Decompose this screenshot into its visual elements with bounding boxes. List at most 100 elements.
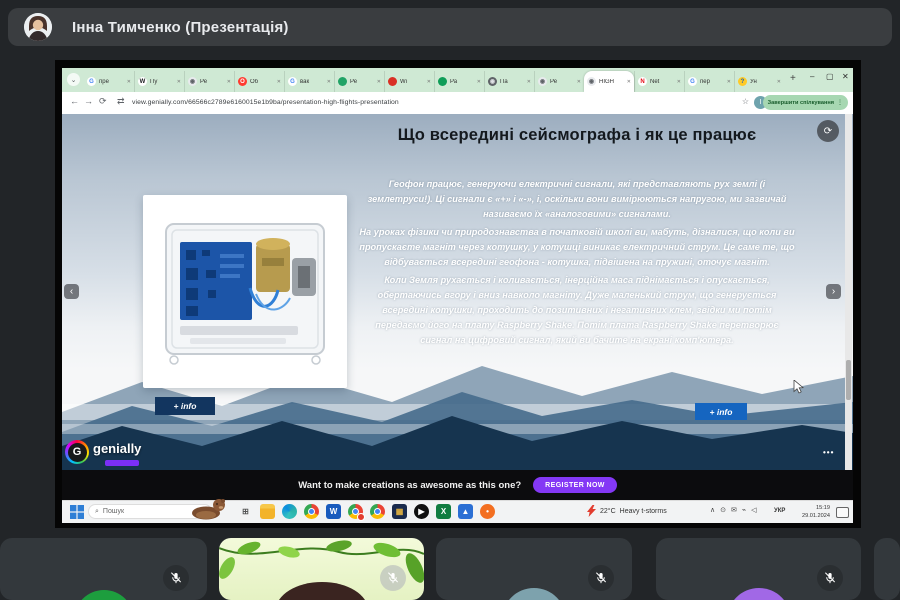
slide-more-menu[interactable]: •••	[823, 448, 834, 457]
chrome-badge-icon[interactable]	[348, 504, 365, 521]
browser-tab[interactable]: ◉ Па ✕	[484, 71, 534, 92]
tab-favicon-glyph: O	[240, 78, 245, 85]
tv-box-app-icon[interactable]: ▦	[392, 504, 407, 519]
new-tab-button[interactable]: +	[790, 73, 796, 84]
participant-tile[interactable]	[436, 538, 632, 600]
genially-register-bar: Want to make creations as awesome as thi…	[62, 470, 853, 500]
slide-body-text: Геофон працює, генеруючи електричні сигн…	[358, 177, 796, 351]
tab-title: Об	[250, 78, 259, 85]
genially-wordmark: genially	[93, 441, 142, 456]
tab-close-icon[interactable]: ✕	[277, 79, 281, 85]
tray-volume-icon[interactable]: ◁	[751, 506, 756, 514]
browser-tab[interactable]: Gпер ✕	[684, 71, 734, 92]
browser-tab[interactable]: Ра ✕	[434, 71, 484, 92]
weather-widget[interactable]: 22°C Heavy t-storms	[587, 505, 667, 517]
chrome-icon[interactable]	[304, 504, 319, 519]
presenter-avatar	[24, 13, 52, 41]
orange-app-icon[interactable]: •	[480, 504, 495, 519]
taskbar-clock[interactable]: 15:19 29.01.2024	[794, 504, 830, 520]
browser-tab[interactable]: Ре ✕	[334, 71, 384, 92]
tray-expand-icon[interactable]: ∧	[710, 506, 715, 514]
slide-prev-arrow[interactable]: ‹	[64, 284, 79, 299]
page-flip-button[interactable]: ⟳	[817, 120, 839, 142]
participant-tile-partial[interactable]	[874, 538, 900, 600]
tab-close-icon[interactable]: ✕	[427, 79, 431, 85]
browser-tab[interactable]: W Пу ✕	[134, 71, 184, 92]
notification-center-icon[interactable]	[836, 507, 849, 518]
window-close-button[interactable]: ✕	[842, 72, 849, 81]
tab-close-icon[interactable]: ✕	[127, 79, 131, 85]
tab-title: Ра	[450, 78, 458, 85]
participant-tile[interactable]	[656, 538, 861, 600]
excel-icon[interactable]: X	[436, 504, 451, 519]
tray-network-icon[interactable]: ⌁	[742, 506, 746, 514]
tab-close-icon[interactable]: ✕	[727, 79, 731, 85]
presenter-avatar-image	[24, 13, 52, 41]
scrollbar[interactable]	[845, 114, 852, 470]
task-view-icon[interactable]: ⊞	[238, 504, 253, 519]
tab-close-icon[interactable]: ✕	[327, 79, 331, 85]
tab-title: HIGH	[599, 78, 614, 85]
tab-title: Ре	[550, 78, 558, 85]
start-button-icon[interactable]	[70, 505, 84, 519]
language-indicator[interactable]: УКР	[774, 508, 785, 514]
slide-paragraph: Коли Земля рухається і коливається, інер…	[375, 275, 779, 345]
browser-tab[interactable]: Gпре ✕	[84, 71, 134, 92]
tab-close-icon[interactable]: ✕	[777, 79, 781, 85]
slide-paragraph: Геофон працює, генеруючи електричні сигн…	[367, 179, 787, 219]
browser-tab[interactable]: Gвак ✕	[284, 71, 334, 92]
register-now-button[interactable]: REGISTER NOW	[533, 477, 617, 493]
browser-tabs: Gпре ✕ W Пу ✕ ◉ Ре ✕ O Об ✕ Gвак ✕ Ре ✕ Wi ✕ Ра ✕ ◉…	[84, 71, 784, 92]
tab-favicon: G	[87, 77, 96, 86]
stop-sharing-label: Завершити спілкування	[767, 99, 834, 106]
tab-favicon: ◉	[188, 77, 197, 86]
tab-close-icon[interactable]: ✕	[627, 79, 631, 85]
browser-tab[interactable]: ◉ Ре ✕	[534, 71, 584, 92]
edge-icon[interactable]	[282, 504, 297, 519]
tray-mail-icon[interactable]: ✉	[731, 506, 737, 514]
tab-close-icon[interactable]: ✕	[477, 79, 481, 85]
tab-close-icon[interactable]: ✕	[677, 79, 681, 85]
tab-favicon-glyph: ◉	[189, 78, 196, 85]
tab-favicon	[338, 77, 347, 86]
scrollbar-thumb[interactable]	[846, 360, 851, 400]
tray-clock-icon[interactable]: ⊙	[720, 506, 726, 514]
info-button-left[interactable]: + info	[155, 397, 215, 415]
browser-tab[interactable]: O Об ✕	[234, 71, 284, 92]
slide-next-arrow[interactable]: ›	[826, 284, 841, 299]
genially-logo[interactable]: G genially	[65, 440, 141, 466]
tab-search-button[interactable]: ⌄	[67, 73, 80, 86]
stop-sharing-menu-icon[interactable]: ⋮	[837, 99, 843, 106]
window-maximize-button[interactable]: ▢	[826, 72, 834, 81]
chrome-2-icon[interactable]	[370, 504, 385, 519]
tab-close-icon[interactable]: ✕	[177, 79, 181, 85]
tab-close-icon[interactable]: ✕	[577, 79, 581, 85]
photos-icon[interactable]: ▲	[458, 504, 473, 519]
tab-close-icon[interactable]: ✕	[227, 79, 231, 85]
file-explorer-icon[interactable]	[260, 504, 275, 519]
bookmark-star-icon[interactable]: ☆	[742, 97, 749, 106]
forward-icon[interactable]: →	[84, 96, 93, 106]
reload-icon[interactable]: ⟳	[99, 96, 107, 107]
browser-tab[interactable]: N Net ✕	[634, 71, 684, 92]
browser-tab[interactable]: ? Ун ✕	[734, 71, 784, 92]
participant-tile-video[interactable]	[219, 538, 424, 600]
tab-title: Net	[650, 78, 660, 85]
stop-sharing-button[interactable]: Завершити спілкування ⋮	[762, 95, 848, 110]
browser-tab[interactable]: Wi ✕	[384, 71, 434, 92]
browser-tab-active[interactable]: ◉ HIGH ✕	[584, 71, 634, 92]
back-icon[interactable]: ←	[70, 96, 79, 106]
word-icon[interactable]: W	[326, 504, 341, 519]
window-minimize-button[interactable]: –	[810, 72, 814, 81]
media-player-icon[interactable]: ▶	[414, 504, 429, 519]
browser-tab[interactable]: ◉ Ре ✕	[184, 71, 234, 92]
slide-paragraph: На уроках фізики чи природознавства в по…	[359, 227, 795, 267]
tab-favicon-glyph: ◉	[539, 78, 546, 85]
tab-close-icon[interactable]: ✕	[527, 79, 531, 85]
participant-tile[interactable]	[0, 538, 207, 600]
address-bar[interactable]: view.genially.com/66566c2789e6160015e1b9…	[132, 99, 399, 106]
tab-close-icon[interactable]: ✕	[377, 79, 381, 85]
info-button-right[interactable]: + info	[695, 403, 747, 420]
tab-favicon: N	[638, 77, 647, 86]
tab-favicon-glyph: G	[290, 78, 295, 85]
